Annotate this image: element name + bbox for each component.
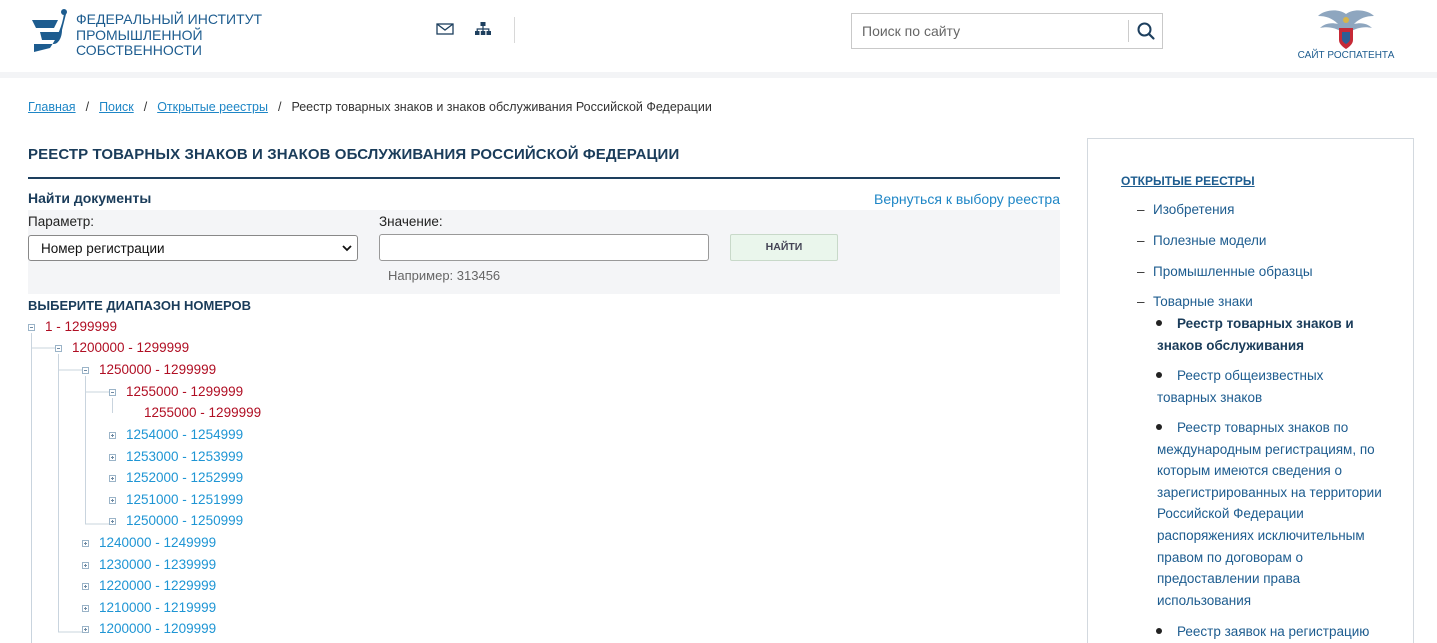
- sidebar-subitem-well-known-registry[interactable]: Реестр общеизвестных товарных знаков: [1157, 365, 1385, 408]
- find-button[interactable]: НАЙТИ: [730, 234, 838, 261]
- back-to-registers-link[interactable]: Вернуться к выбору реестра: [874, 191, 1060, 207]
- rospatent-link[interactable]: САЙТ РОСПАТЕНТА: [1296, 50, 1396, 61]
- mail-icon[interactable]: [435, 20, 455, 38]
- breadcrumb-current: Реестр товарных знаков и знаков обслужив…: [291, 100, 712, 114]
- tree-node[interactable]: 1251000 - 1251999: [126, 492, 243, 507]
- tree-node[interactable]: 1255000 - 1299999: [126, 384, 243, 399]
- tree-toggle-plus-icon[interactable]: [82, 626, 89, 633]
- tree-toggle-plus-icon[interactable]: [109, 454, 116, 461]
- sidebar-item-inventions[interactable]: – Изобретения: [1137, 202, 1234, 217]
- site-header: ФЕДЕРАЛЬНЫЙ ИНСТИТУТ ПРОМЫШЛЕННОЙ СОБСТВ…: [0, 0, 1437, 72]
- find-documents-heading: Найти документы: [28, 190, 152, 206]
- tree-node[interactable]: 1230000 - 1239999: [99, 557, 216, 572]
- breadcrumb-home-link[interactable]: Главная: [28, 100, 76, 114]
- parameter-select[interactable]: Номер регистрации: [28, 235, 358, 261]
- breadcrumb-search-link[interactable]: Поиск: [99, 100, 134, 114]
- range-heading: ВЫБЕРИТЕ ДИАПАЗОН НОМЕРОВ: [28, 298, 252, 313]
- value-label: Значение:: [379, 214, 443, 229]
- tree-toggle-plus-icon[interactable]: [82, 562, 89, 569]
- rospatent-emblem-icon[interactable]: [1316, 6, 1376, 50]
- value-input[interactable]: [379, 234, 709, 261]
- tree-node[interactable]: 1250000 - 1250999: [126, 513, 243, 528]
- tree-toggle-plus-icon[interactable]: [82, 540, 89, 547]
- site-search: [851, 13, 1163, 49]
- tree-toggle-minus-icon[interactable]: [82, 367, 89, 374]
- tree-node[interactable]: 1252000 - 1252999: [126, 470, 243, 485]
- tree-toggle-plus-icon[interactable]: [109, 475, 116, 482]
- sidebar-subitem-applications-registry[interactable]: Реестр заявок на регистрацию: [1157, 621, 1385, 643]
- tree-node[interactable]: 1210000 - 1219999: [99, 600, 216, 615]
- sitemap-icon[interactable]: [473, 20, 493, 38]
- tree-toggle-minus-icon[interactable]: [55, 345, 62, 352]
- sidebar-item-industrial-designs[interactable]: – Промышленные образцы: [1137, 264, 1313, 279]
- sidebar-item-trademarks[interactable]: – Товарные знаки: [1137, 294, 1253, 309]
- tree-toggle-plus-icon[interactable]: [109, 497, 116, 504]
- tree-toggle-plus-icon[interactable]: [82, 605, 89, 612]
- tree-toggle-minus-icon[interactable]: [28, 324, 35, 331]
- tree-node[interactable]: 1240000 - 1249999: [99, 535, 216, 550]
- tree-node[interactable]: 1250000 - 1299999: [99, 362, 216, 377]
- parameter-label: Параметр:: [28, 214, 95, 229]
- tree-node[interactable]: 1200000 - 1209999: [99, 621, 216, 636]
- page-title: РЕЕСТР ТОВАРНЫХ ЗНАКОВ И ЗНАКОВ ОБСЛУЖИВ…: [28, 146, 680, 163]
- tree-toggle-minus-icon[interactable]: [109, 389, 116, 396]
- sidebar-item-utility-models[interactable]: – Полезные модели: [1137, 233, 1266, 248]
- tree-toggle-plus-icon[interactable]: [82, 583, 89, 590]
- org-name[interactable]: ФЕДЕРАЛЬНЫЙ ИНСТИТУТ ПРОМЫШЛЕННОЙ СОБСТВ…: [76, 11, 262, 59]
- chevron-down-icon: [342, 245, 352, 252]
- sidebar-subitem-international-registry[interactable]: Реестр товарных знаков по международным …: [1157, 417, 1385, 611]
- breadcrumb-open-registers-link[interactable]: Открытые реестры: [157, 100, 268, 114]
- tree-node[interactable]: 1253000 - 1253999: [126, 449, 243, 464]
- tree-node[interactable]: 1200000 - 1299999: [72, 340, 189, 355]
- parameter-select-value: Номер регистрации: [41, 241, 165, 256]
- search-icon[interactable]: [1132, 18, 1160, 44]
- example-hint: Например: 313456: [388, 268, 501, 283]
- title-divider: [28, 177, 1060, 179]
- tree-node-leaf[interactable]: 1255000 - 1299999: [144, 405, 261, 420]
- breadcrumb: Главная / Поиск / Открытые реестры / Реестр то…: [28, 100, 712, 114]
- tree-node[interactable]: 1220000 - 1229999: [99, 578, 216, 593]
- sidebar-title-link[interactable]: ОТКРЫТЫЕ РЕЕСТРЫ: [1121, 174, 1255, 188]
- search-divider: [1128, 20, 1129, 42]
- tree-toggle-plus-icon[interactable]: [109, 432, 116, 439]
- sidebar-subitem-trademark-registry[interactable]: Реестр товарных знаков и знаков обслужив…: [1157, 313, 1385, 356]
- tree-node[interactable]: 1254000 - 1254999: [126, 427, 243, 442]
- fips-logo[interactable]: [28, 8, 68, 56]
- header-divider: [514, 17, 515, 43]
- search-input[interactable]: [852, 14, 1128, 48]
- tree-node[interactable]: 1 - 1299999: [45, 319, 117, 334]
- header-band: [0, 72, 1437, 78]
- tree-toggle-plus-icon[interactable]: [109, 518, 116, 525]
